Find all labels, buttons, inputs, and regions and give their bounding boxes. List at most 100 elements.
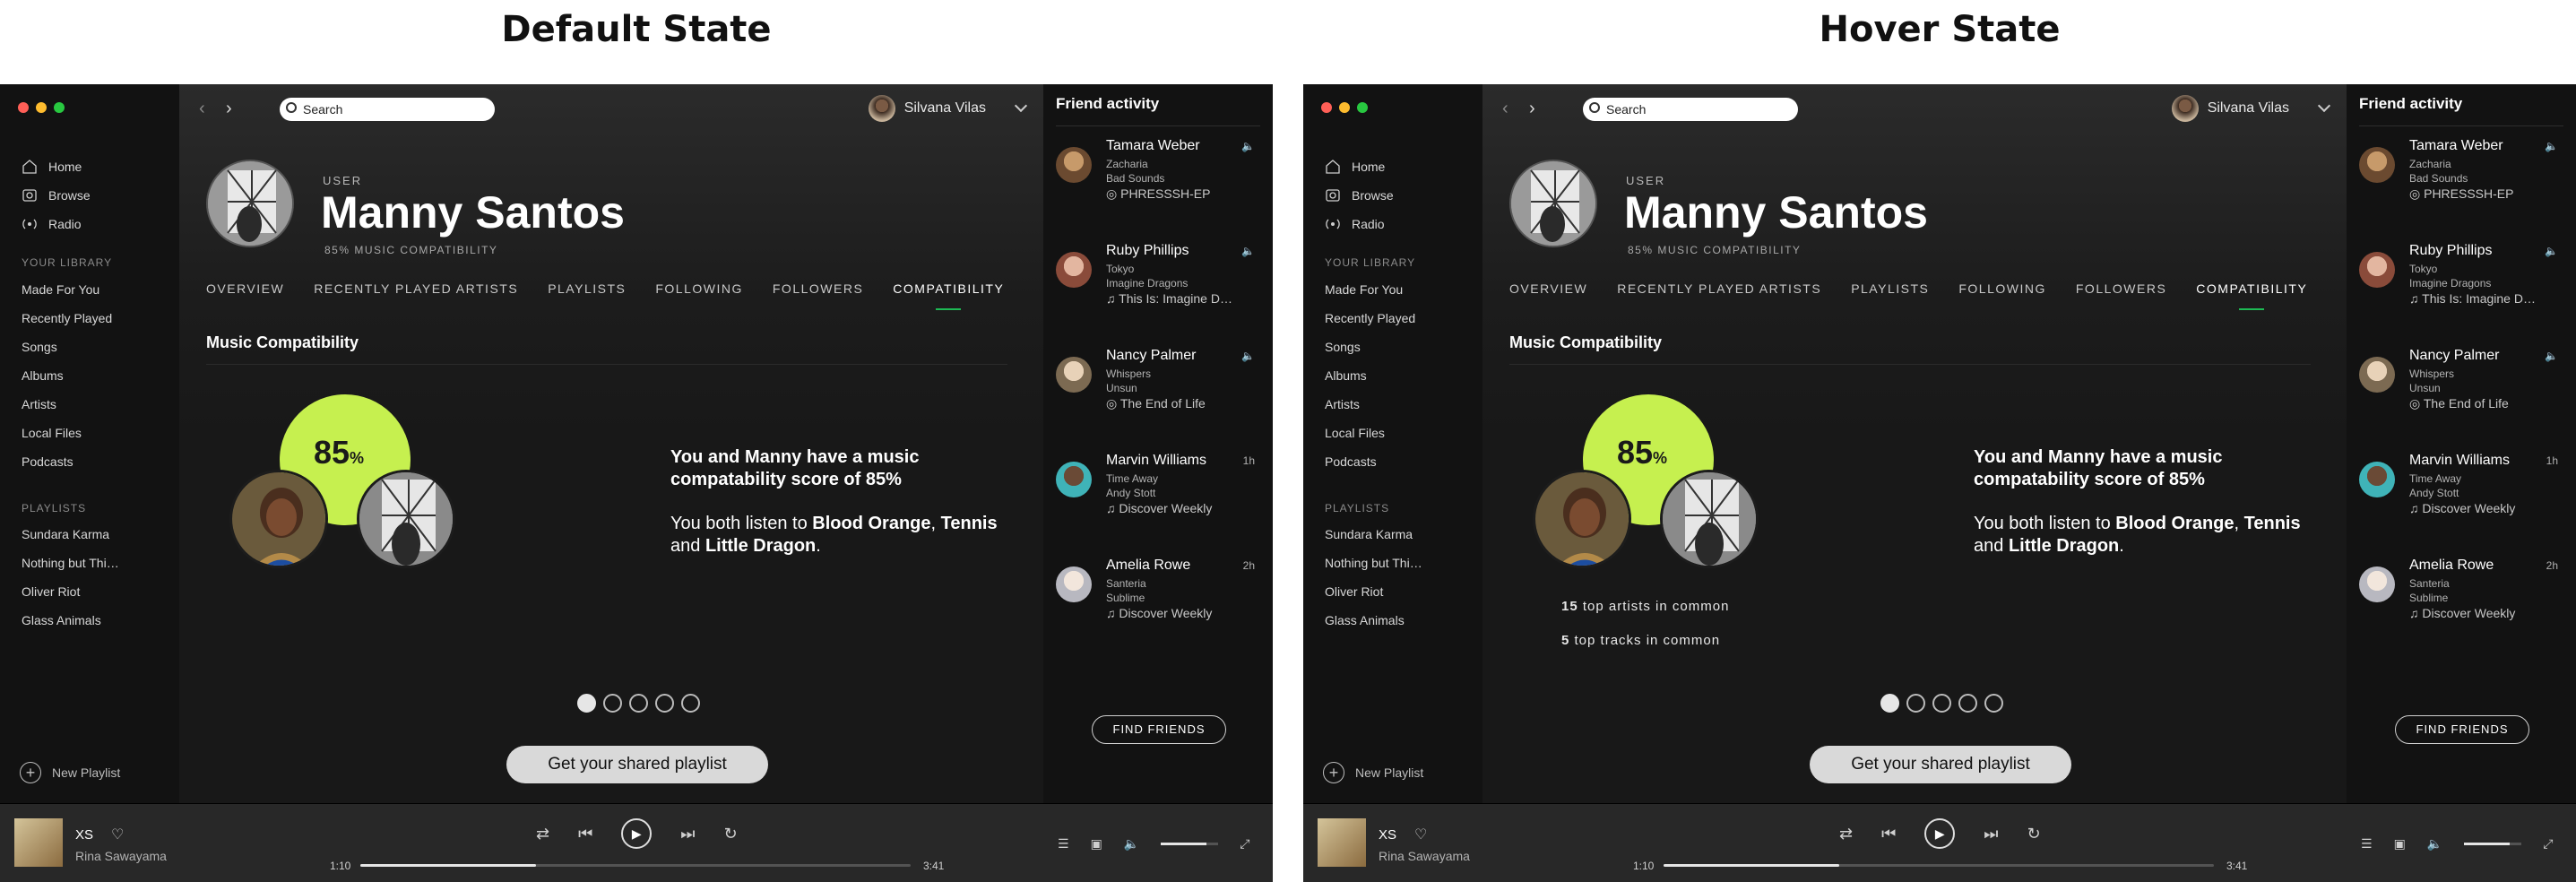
carousel-dot[interactable] [1906,694,1925,713]
shuffle-icon[interactable]: ⇄ [536,825,549,843]
track-title[interactable]: XS [1379,827,1396,843]
library-item[interactable]: Local Files [22,419,112,447]
friend-artist[interactable]: Bad Sounds [1106,172,1164,185]
friend-item[interactable]: Nancy Palmer 🔈 Whispers Unsun ◎ The End … [1056,348,1262,437]
volume-icon[interactable]: 🔈 [2427,836,2442,852]
carousel-dot[interactable] [1932,694,1951,713]
progress-bar[interactable] [360,864,911,867]
close-window-button[interactable] [1321,102,1332,113]
back-arrow-icon[interactable]: ‹ [1502,99,1508,119]
friend-name[interactable]: Ruby Phillips [1106,243,1189,259]
friend-name[interactable]: Tamara Weber [1106,138,1200,154]
previous-icon[interactable]: ⏮ [578,825,592,843]
tab-overview[interactable]: OVERVIEW [1509,281,1587,296]
friend-name[interactable]: Nancy Palmer [1106,348,1196,364]
friend-artist[interactable]: Unsun [2409,382,2441,394]
playlist-item[interactable]: Oliver Riot [1325,577,1422,606]
tab-compatibility[interactable]: COMPATIBILITY [893,281,1004,310]
nav-item-radio[interactable]: Radio [1325,210,1394,238]
devices-icon[interactable]: ▣ [1091,836,1102,852]
track-artist[interactable]: Rina Sawayama [75,849,167,863]
friend-name[interactable]: Amelia Rowe [1106,558,1190,574]
friend-name[interactable]: Tamara Weber [2409,138,2503,154]
new-playlist-button[interactable]: + New Playlist [20,762,120,783]
playlist-item[interactable]: Glass Animals [22,606,119,635]
shuffle-icon[interactable]: ⇄ [1839,825,1853,843]
library-item[interactable]: Local Files [1325,419,1415,447]
friend-artist[interactable]: Sublime [2409,592,2448,604]
tab-following[interactable]: FOLLOWING [1958,281,2046,296]
friend-item[interactable]: Nancy Palmer 🔈 Whispers Unsun ◎ The End … [2359,348,2565,437]
friend-context[interactable]: ◎ The End of Life [1106,396,1258,411]
carousel-dot[interactable] [655,694,674,713]
library-item[interactable]: Songs [1325,333,1415,361]
tab-followers[interactable]: FOLLOWERS [773,281,863,296]
heart-icon[interactable]: ♡ [111,826,124,843]
minimize-window-button[interactable] [36,102,47,113]
volume-slider[interactable] [2464,843,2522,845]
library-item[interactable]: Albums [1325,361,1415,390]
playlist-item[interactable]: Sundara Karma [22,520,119,549]
artist-link[interactable]: Tennis [941,514,998,533]
friend-context[interactable]: ♫ Discover Weekly [1106,501,1258,515]
carousel-dot[interactable] [1958,694,1977,713]
next-icon[interactable]: ⏭ [680,825,695,843]
volume-slider[interactable] [1161,843,1219,845]
friend-context[interactable]: ♫ Discover Weekly [2409,606,2562,620]
friend-song[interactable]: Santeria [1106,577,1146,590]
previous-icon[interactable]: ⏮ [1881,825,1896,843]
friend-song[interactable]: Tokyo [1106,263,1134,275]
playlist-item[interactable]: Nothing but Thi… [1325,549,1422,577]
friend-item[interactable]: Ruby Phillips 🔈 Tokyo Imagine Dragons ♫ … [2359,243,2565,333]
tab-following[interactable]: FOLLOWING [655,281,743,296]
friend-artist[interactable]: Unsun [1106,382,1137,394]
tab-followers[interactable]: FOLLOWERS [2076,281,2166,296]
search-input[interactable]: Search [280,98,495,121]
fullscreen-icon[interactable]: ⤢ [1240,836,1249,852]
track-artist[interactable]: Rina Sawayama [1379,849,1470,863]
repeat-icon[interactable]: ↻ [724,825,738,843]
nav-item-browse[interactable]: Browse [22,181,91,210]
carousel-dot[interactable] [1984,694,2003,713]
maximize-window-button[interactable] [1357,102,1368,113]
friend-context[interactable]: ♫ This Is: Imagine D… [1106,291,1258,306]
tab-playlists[interactable]: PLAYLISTS [548,281,626,296]
carousel-dot[interactable] [1880,694,1899,713]
friend-item[interactable]: Amelia Rowe 2h Santeria Sublime ♫ Discov… [2359,558,2565,647]
shared-playlist-button[interactable]: Get your shared playlist [1810,746,2071,783]
friend-artist[interactable]: Sublime [1106,592,1145,604]
library-item[interactable]: Podcasts [1325,447,1415,476]
heart-icon[interactable]: ♡ [1414,826,1427,843]
find-friends-button[interactable]: FIND FRIENDS [2395,715,2529,744]
repeat-icon[interactable]: ↻ [2027,825,2041,843]
search-input[interactable]: Search [1583,98,1798,121]
friend-name[interactable]: Amelia Rowe [2409,558,2494,574]
friend-name[interactable]: Ruby Phillips [2409,243,2492,259]
friend-song[interactable]: Whispers [1106,368,1151,380]
friend-artist[interactable]: Imagine Dragons [2409,277,2491,290]
tab-recently-played-artists[interactable]: RECENTLY PLAYED ARTISTS [1617,281,1821,296]
artist-link[interactable]: Tennis [2244,514,2301,533]
friend-item[interactable]: Amelia Rowe 2h Santeria Sublime ♫ Discov… [1056,558,1262,647]
tab-playlists[interactable]: PLAYLISTS [1851,281,1929,296]
fullscreen-icon[interactable]: ⤢ [2543,836,2553,852]
friend-artist[interactable]: Andy Stott [1106,487,1155,499]
find-friends-button[interactable]: FIND FRIENDS [1092,715,1226,744]
friend-context[interactable]: ◎ The End of Life [2409,396,2562,411]
library-item[interactable]: Podcasts [22,447,112,476]
artist-link[interactable]: Blood Orange [812,514,930,533]
friend-item[interactable]: Ruby Phillips 🔈 Tokyo Imagine Dragons ♫ … [1056,243,1262,333]
friend-song[interactable]: Santeria [2409,577,2450,590]
friend-artist[interactable]: Bad Sounds [2409,172,2468,185]
library-item[interactable]: Artists [22,390,112,419]
tab-compatibility[interactable]: COMPATIBILITY [2196,281,2307,310]
carousel-dot[interactable] [681,694,700,713]
artist-link[interactable]: Blood Orange [2115,514,2234,533]
user-menu[interactable]: Silvana Vilas [868,95,1028,122]
library-item[interactable]: Recently Played [1325,304,1415,333]
forward-arrow-icon[interactable]: › [226,99,232,119]
friend-item[interactable]: Marvin Williams 1h Time Away Andy Stott … [2359,453,2565,542]
shared-playlist-button[interactable]: Get your shared playlist [506,746,768,783]
library-item[interactable]: Made For You [1325,275,1415,304]
friend-item[interactable]: Tamara Weber 🔈 Zacharia Bad Sounds ◎ PHR… [2359,138,2565,228]
